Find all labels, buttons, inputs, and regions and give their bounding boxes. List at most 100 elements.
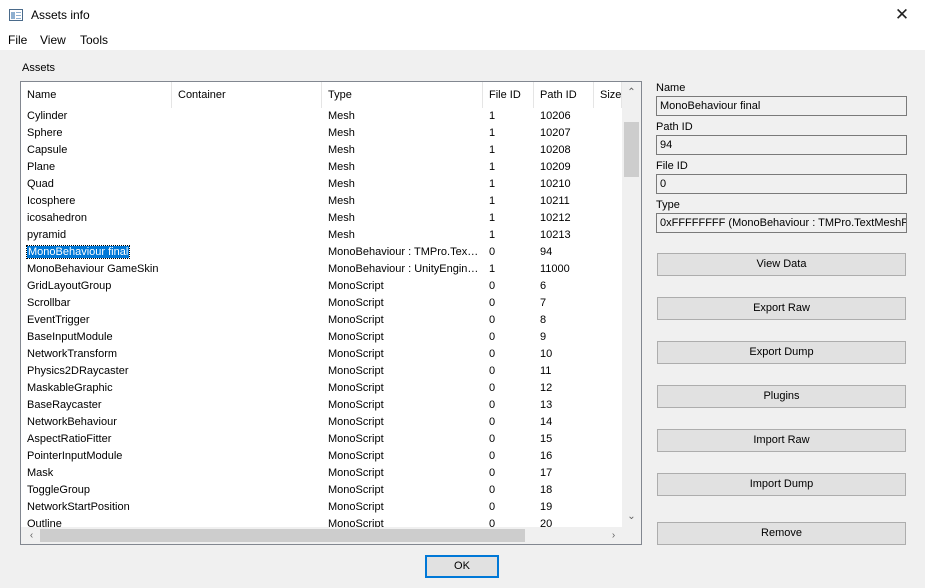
table-row[interactable]: NetworkBehaviour MonoScript 0 14: [21, 414, 622, 431]
cell-container: [172, 431, 322, 448]
cell-path-id: 10212: [540, 212, 571, 224]
name-field[interactable]: MonoBehaviour final: [656, 96, 907, 116]
table-row[interactable]: Scrollbar MonoScript 0 7: [21, 295, 622, 312]
cell-name: Cylinder: [27, 110, 68, 122]
table-row[interactable]: BaseRaycaster MonoScript 0 13: [21, 397, 622, 414]
cell-container: [172, 312, 322, 329]
table-row[interactable]: Physics2DRaycaster MonoScript 0 11: [21, 363, 622, 380]
cell-type: Mesh: [328, 161, 355, 173]
table-row[interactable]: PointerInputModule MonoScript 0 16: [21, 448, 622, 465]
cell-file-id: 0: [489, 467, 496, 479]
vertical-scroll-thumb[interactable]: [624, 122, 639, 177]
cell-file-id: 1: [489, 229, 496, 241]
cell-name: Sphere: [27, 127, 63, 139]
cell-type: MonoScript: [328, 450, 384, 462]
column-header-container[interactable]: Container: [172, 82, 322, 108]
vertical-scrollbar[interactable]: ⌃ ⌄: [622, 82, 641, 527]
cell-name: BaseRaycaster: [27, 399, 102, 411]
cell-name: NetworkTransform: [27, 348, 118, 360]
cell-container: [172, 397, 322, 414]
menu-view[interactable]: View: [40, 33, 66, 47]
cell-file-id: 0: [489, 382, 496, 394]
cell-name: GridLayoutGroup: [27, 280, 112, 292]
cell-type: MonoBehaviour : UnityEngin…: [328, 263, 479, 275]
type-field[interactable]: 0xFFFFFFFF (MonoBehaviour : TMPro.TextMe…: [656, 213, 907, 233]
cell-container: [172, 295, 322, 312]
column-header-name[interactable]: Name: [21, 82, 172, 108]
menu-tools[interactable]: Tools: [80, 33, 108, 47]
table-row[interactable]: AspectRatioFitter MonoScript 0 15: [21, 431, 622, 448]
cell-name: pyramid: [27, 229, 67, 241]
table-row[interactable]: Cylinder Mesh 1 10206: [21, 108, 622, 125]
table-row[interactable]: BaseInputModule MonoScript 0 9: [21, 329, 622, 346]
cell-path-id: 10: [540, 348, 553, 360]
cell-path-id: 18: [540, 484, 553, 496]
table-row[interactable]: Plane Mesh 1 10209: [21, 159, 622, 176]
plugins-button[interactable]: Plugins: [657, 385, 906, 408]
export-raw-button[interactable]: Export Raw: [657, 297, 906, 320]
file-id-field[interactable]: 0: [656, 174, 907, 194]
scroll-down-icon[interactable]: ⌄: [622, 508, 641, 525]
path-id-label: Path ID: [656, 121, 693, 133]
cell-container: [172, 482, 322, 499]
scroll-corner: [622, 527, 641, 544]
table-row[interactable]: NetworkStartPosition MonoScript 0 19: [21, 499, 622, 516]
column-header-size[interactable]: Size: [594, 82, 622, 108]
scroll-right-icon[interactable]: ›: [605, 527, 622, 544]
view-data-button[interactable]: View Data: [657, 253, 906, 276]
table-row[interactable]: EventTrigger MonoScript 0 8: [21, 312, 622, 329]
table-row[interactable]: Outline MonoScript 0 20: [21, 516, 622, 527]
cell-container: [172, 516, 322, 527]
import-dump-button[interactable]: Import Dump: [657, 473, 906, 496]
cell-name: PointerInputModule: [27, 450, 123, 462]
table-row[interactable]: MonoBehaviour final MonoBehaviour : TMPro…: [21, 244, 622, 261]
scroll-up-icon[interactable]: ⌃: [622, 84, 641, 101]
column-header-type[interactable]: Type: [322, 82, 483, 108]
cell-name: MonoBehaviour GameSkin: [27, 263, 159, 275]
cell-file-id: 1: [489, 178, 496, 190]
table-row[interactable]: Icosphere Mesh 1 10211: [21, 193, 622, 210]
cell-type: Mesh: [328, 110, 355, 122]
remove-button[interactable]: Remove: [657, 522, 906, 545]
column-header-file-id[interactable]: File ID: [483, 82, 534, 108]
cell-container: [172, 261, 322, 278]
cell-file-id: 1: [489, 110, 496, 122]
export-dump-button[interactable]: Export Dump: [657, 341, 906, 364]
cell-type: Mesh: [328, 144, 355, 156]
cell-name: BaseInputModule: [27, 331, 113, 343]
cell-path-id: 14: [540, 416, 553, 428]
table-row[interactable]: icosahedron Mesh 1 10212: [21, 210, 622, 227]
cell-name: Physics2DRaycaster: [27, 365, 129, 377]
ok-button[interactable]: OK: [425, 555, 499, 578]
cell-type: MonoScript: [328, 518, 384, 527]
table-row[interactable]: NetworkTransform MonoScript 0 10: [21, 346, 622, 363]
horizontal-scrollbar[interactable]: ‹ ›: [21, 527, 622, 544]
cell-container: [172, 465, 322, 482]
cell-path-id: 94: [540, 246, 553, 258]
cell-path-id: 10210: [540, 178, 571, 190]
cell-path-id: 10208: [540, 144, 571, 156]
import-raw-button[interactable]: Import Raw: [657, 429, 906, 452]
table-row[interactable]: Mask MonoScript 0 17: [21, 465, 622, 482]
table-row[interactable]: Quad Mesh 1 10210: [21, 176, 622, 193]
close-button[interactable]: ✕: [879, 0, 925, 31]
cell-container: [172, 210, 322, 227]
scroll-left-icon[interactable]: ‹: [23, 527, 40, 544]
cell-name: Scrollbar: [27, 297, 71, 309]
column-header-path-id[interactable]: Path ID: [534, 82, 594, 108]
cell-path-id: 19: [540, 501, 553, 513]
table-row[interactable]: pyramid Mesh 1 10213: [21, 227, 622, 244]
table-row[interactable]: MaskableGraphic MonoScript 0 12: [21, 380, 622, 397]
cell-path-id: 7: [540, 297, 547, 309]
table-row[interactable]: GridLayoutGroup MonoScript 0 6: [21, 278, 622, 295]
path-id-field[interactable]: 94: [656, 135, 907, 155]
menu-file[interactable]: File: [8, 33, 27, 47]
table-row[interactable]: Capsule Mesh 1 10208: [21, 142, 622, 159]
horizontal-scroll-thumb[interactable]: [40, 529, 525, 542]
table-row[interactable]: MonoBehaviour GameSkin MonoBehaviour : Un…: [21, 261, 622, 278]
cell-type: MonoScript: [328, 433, 384, 445]
cell-name: NetworkBehaviour: [27, 416, 117, 428]
cell-file-id: 1: [489, 195, 496, 207]
table-row[interactable]: ToggleGroup MonoScript 0 18: [21, 482, 622, 499]
table-row[interactable]: Sphere Mesh 1 10207: [21, 125, 622, 142]
